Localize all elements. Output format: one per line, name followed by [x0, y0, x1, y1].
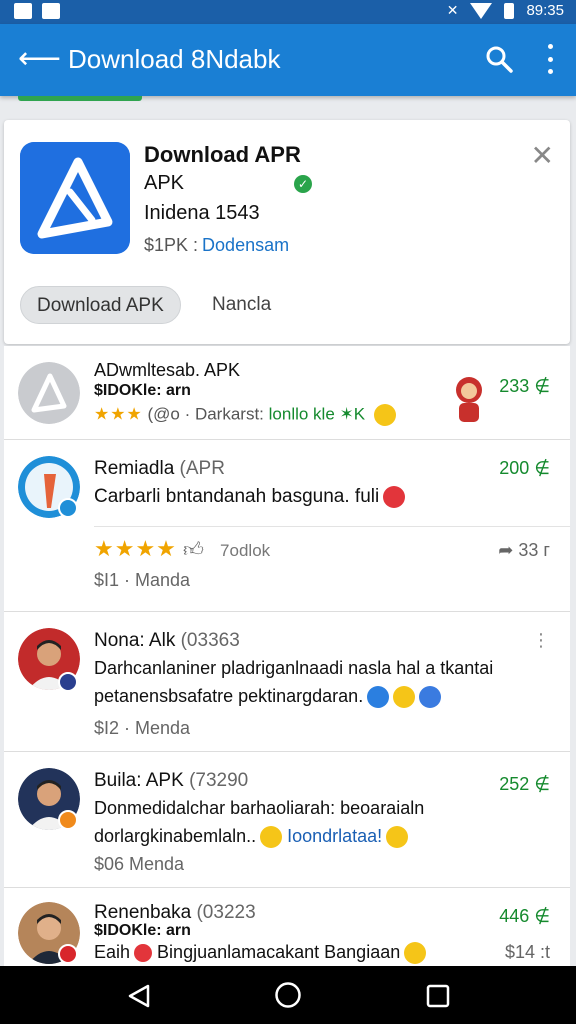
review-count: 233 ∉ [499, 376, 550, 396]
list-item[interactable]: Remiadla (APR Carbarli bntandanah basgun… [4, 440, 570, 612]
review-title: ADwmltesab. APK [94, 360, 241, 380]
review-text: Bingjuanlamacakant Bangiaan [157, 942, 401, 962]
app-price: $1PK : Dodensam [144, 235, 289, 256]
author-tag: (APR [179, 458, 225, 479]
rating-text: 7odlok [220, 541, 271, 560]
review-meta: (@o · Darkarst: [147, 404, 264, 424]
battery-icon [504, 2, 515, 19]
author-name: Buila: APK [94, 770, 184, 791]
character-sticker-icon [456, 377, 482, 422]
review-count: 252 ∉ [499, 774, 550, 794]
review-text: petanensbsafatre pektinargdaran. [94, 686, 364, 706]
angry-emoji-icon [383, 486, 406, 508]
publisher-link[interactable]: Dodensam [202, 235, 289, 255]
signal-icon [470, 2, 493, 19]
review-list: ADwmltesab. APK $IDOKle: arn ★★★ (@o · D… [4, 346, 570, 966]
secondary-button[interactable]: Nancla [212, 286, 271, 324]
smile-emoji-icon [404, 942, 427, 965]
rating-row: ★★★★ 👍︎ 7odlok [94, 536, 270, 562]
smile-emoji-icon [393, 686, 416, 709]
review-body: Carbarli bntandanah basguna. fuli [94, 486, 406, 508]
reply-emoji-icon [367, 686, 390, 709]
mute-icon: ✕ [446, 2, 459, 18]
price-label: $1PK : [144, 235, 199, 255]
author-name: Nona: Alk [94, 630, 176, 651]
thumbs-up-icon[interactable]: 👍︎ [183, 539, 204, 561]
list-item[interactable]: ADwmltesab. APK $IDOKle: arn ★★★ (@o · D… [4, 346, 570, 440]
app-name: Download APR [144, 142, 301, 167]
search-icon[interactable] [484, 44, 514, 74]
share-count: 33 г [518, 540, 550, 560]
system-nav-bar [0, 966, 576, 1024]
price-meta: $06 Menda [94, 854, 185, 874]
star-rating: ★★★★ [94, 536, 177, 561]
review-title: Nona: Alk (03363 [94, 630, 240, 652]
list-item[interactable]: Renenbaka (03223 $IDOKle: arn Eaih Bingj… [4, 888, 570, 966]
app-avatar-icon [18, 362, 80, 424]
share-emoji-icon [419, 686, 442, 709]
back-arrow-icon[interactable]: ⟵ [18, 44, 61, 74]
overflow-menu-icon[interactable] [546, 44, 554, 74]
author-tag: (73290 [189, 770, 249, 791]
verified-badge-icon [58, 944, 78, 964]
list-item[interactable]: Nona: Alk (03363 ⋮ Darhcanlaniner pladri… [4, 612, 570, 752]
smile-emoji-icon [260, 826, 283, 849]
share-icon[interactable]: ➦ [498, 540, 513, 560]
review-body-line2: dorlargkinabemlaln.. Ioondrlataa! [94, 826, 409, 849]
verified-badge-icon [58, 498, 78, 518]
review-tagline: lonllo kle ✶K [268, 404, 366, 424]
review-title: Renenbaka (03223 [94, 902, 256, 924]
review-text: dorlargkinabemlaln.. [94, 826, 257, 846]
download-apk-button[interactable]: Download APK [20, 286, 181, 324]
app-notification-icon [42, 3, 60, 19]
app-type: APK [144, 172, 185, 194]
page-title: Download 8Ndabk [68, 44, 281, 74]
verified-badge-icon [58, 810, 78, 830]
share-group[interactable]: ➦ 33 г [498, 540, 550, 561]
verified-check-icon: ✓ [294, 175, 312, 193]
review-text-start: Eaih [94, 942, 131, 962]
app-logo-icon [20, 142, 130, 254]
price-meta: $I2 · Menda [94, 718, 191, 738]
back-nav-icon[interactable] [126, 983, 152, 1009]
notification-icons [14, 3, 60, 19]
price-right: $14 :t [504, 942, 550, 962]
review-count: 446 ∉ [499, 906, 550, 926]
grin-emoji-icon [386, 826, 409, 849]
review-text: Carbarli bntandanah basguna. fuli [94, 486, 380, 508]
status-bar: ✕ 89:35 [0, 0, 576, 24]
app-subtitle: Inidena 1543 [144, 202, 260, 224]
list-item[interactable]: Buila: APK (73290 252 ∉ Donmedidalchar b… [4, 752, 570, 888]
review-title: Buila: APK (73290 [94, 770, 248, 792]
review-link[interactable]: Ioondrlataa! [287, 826, 382, 846]
previous-card-edge [18, 96, 142, 101]
review-title: Remiadla (APR [94, 458, 225, 480]
review-body: Eaih Bingjuanlamacakant Bangiaan [94, 942, 427, 965]
more-options-icon[interactable]: ⋮ [532, 630, 550, 651]
recents-nav-icon[interactable] [426, 984, 450, 1008]
author-tag: (03223 [196, 902, 256, 923]
author-name: Renenbaka [94, 902, 192, 923]
review-body-line2: petanensbsafatre pektinargdaran. [94, 686, 442, 709]
review-count: 200 ∉ [499, 458, 550, 478]
review-subline: $IDOKle: arn [94, 382, 191, 399]
review-subline: $IDOKle: arn [94, 922, 191, 939]
home-nav-icon[interactable] [274, 981, 302, 1009]
angry-emoji-icon [134, 944, 153, 963]
gallery-icon [14, 3, 32, 19]
app-card: Download APR APK ✓ Inidena 1543 $1PK : Do… [4, 120, 570, 344]
smile-emoji-icon [373, 404, 396, 426]
author-tag: (03363 [180, 630, 240, 651]
review-body-line1: Donmedidalchar barhaoliarah: beoaraialn [94, 798, 425, 818]
review-body-line1: Darhcanlaniner pladriganlnaadi nasla hal… [94, 658, 494, 678]
app-bar: ⟵ Download 8Ndabk [0, 24, 576, 96]
price-meta: $I1 · Manda [94, 570, 191, 590]
clock: 89:35 [526, 2, 564, 19]
close-icon[interactable]: ✕ [531, 142, 554, 170]
verified-badge-icon [58, 672, 78, 692]
author-name: Remiadla [94, 458, 175, 479]
star-rating: ★★★ [94, 404, 143, 424]
